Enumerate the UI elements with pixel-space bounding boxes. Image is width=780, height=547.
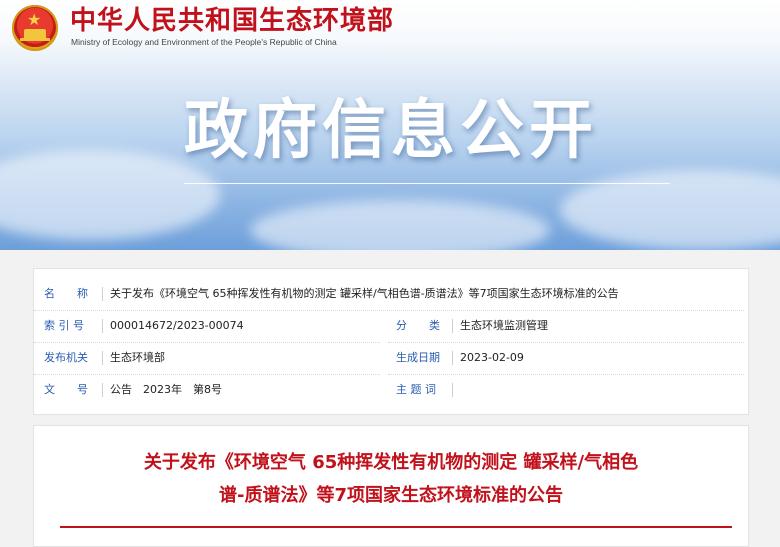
article-title: 关于发布《环境空气 65种挥发性有机物的测定 罐采样/气相色 谱-质谱法》等7项… bbox=[94, 446, 688, 512]
separator bbox=[102, 351, 103, 365]
date-value: 2023-02-09 bbox=[460, 351, 524, 364]
separator bbox=[102, 287, 103, 301]
article-panel: 关于发布《环境空气 65种挥发性有机物的测定 罐采样/气相色 谱-质谱法》等7项… bbox=[33, 425, 749, 547]
date-label: 生成日期 bbox=[396, 351, 440, 364]
subject-label: 主 题 词 bbox=[396, 383, 436, 396]
cloud-decoration bbox=[560, 170, 780, 250]
document-metadata-panel: 名 称 关于发布《环境空气 65种挥发性有机物的测定 罐采样/气相色谱-质谱法》… bbox=[33, 268, 749, 415]
meta-row-date: 生成日期 2023-02-09 bbox=[388, 342, 744, 375]
separator bbox=[102, 383, 103, 397]
article-title-line: 谱-质谱法》等7项国家生态环境标准的公告 bbox=[219, 485, 563, 506]
meta-row-subject: 主 题 词 bbox=[388, 374, 744, 406]
title-underline bbox=[184, 183, 670, 184]
separator bbox=[452, 319, 453, 333]
meta-row-issuer: 发布机关 生态环境部 bbox=[34, 342, 380, 375]
separator bbox=[452, 383, 453, 397]
issuer-value: 生态环境部 bbox=[110, 351, 165, 364]
cloud-decoration bbox=[250, 200, 550, 250]
title-divider bbox=[60, 526, 732, 528]
header-banner: ★ 中华人民共和国生态环境部 Ministry of Ecology and E… bbox=[0, 0, 780, 250]
meta-row-docno: 文 号 公告 2023年 第8号 bbox=[34, 374, 380, 406]
national-emblem-icon[interactable]: ★ bbox=[12, 5, 58, 51]
index-label: 索 引 号 bbox=[44, 319, 84, 332]
article-title-line: 关于发布《环境空气 65种挥发性有机物的测定 罐采样/气相色 bbox=[143, 452, 639, 473]
issuer-label: 发布机关 bbox=[44, 351, 88, 364]
separator bbox=[102, 319, 103, 333]
meta-row-name: 名 称 关于发布《环境空气 65种挥发性有机物的测定 罐采样/气相色谱-质谱法》… bbox=[34, 278, 744, 311]
category-value: 生态环境监测管理 bbox=[460, 319, 548, 332]
docno-label: 文 号 bbox=[44, 383, 88, 396]
meta-row-index: 索 引 号 000014672/2023-00074 bbox=[34, 310, 380, 343]
name-value: 关于发布《环境空气 65种挥发性有机物的测定 罐采样/气相色谱-质谱法》等7项国… bbox=[110, 287, 619, 300]
ministry-name-cn[interactable]: 中华人民共和国生态环境部 bbox=[70, 5, 394, 37]
docno-value: 公告 2023年 第8号 bbox=[110, 383, 222, 396]
ministry-name-en: Ministry of Ecology and Environment of t… bbox=[71, 37, 337, 47]
separator bbox=[452, 351, 453, 365]
category-label: 分 类 bbox=[396, 319, 440, 332]
index-value: 000014672/2023-00074 bbox=[110, 319, 244, 332]
meta-row-category: 分 类 生态环境监测管理 bbox=[388, 310, 744, 343]
name-label: 名 称 bbox=[44, 287, 88, 300]
page-title: 政府信息公开 bbox=[184, 94, 598, 168]
